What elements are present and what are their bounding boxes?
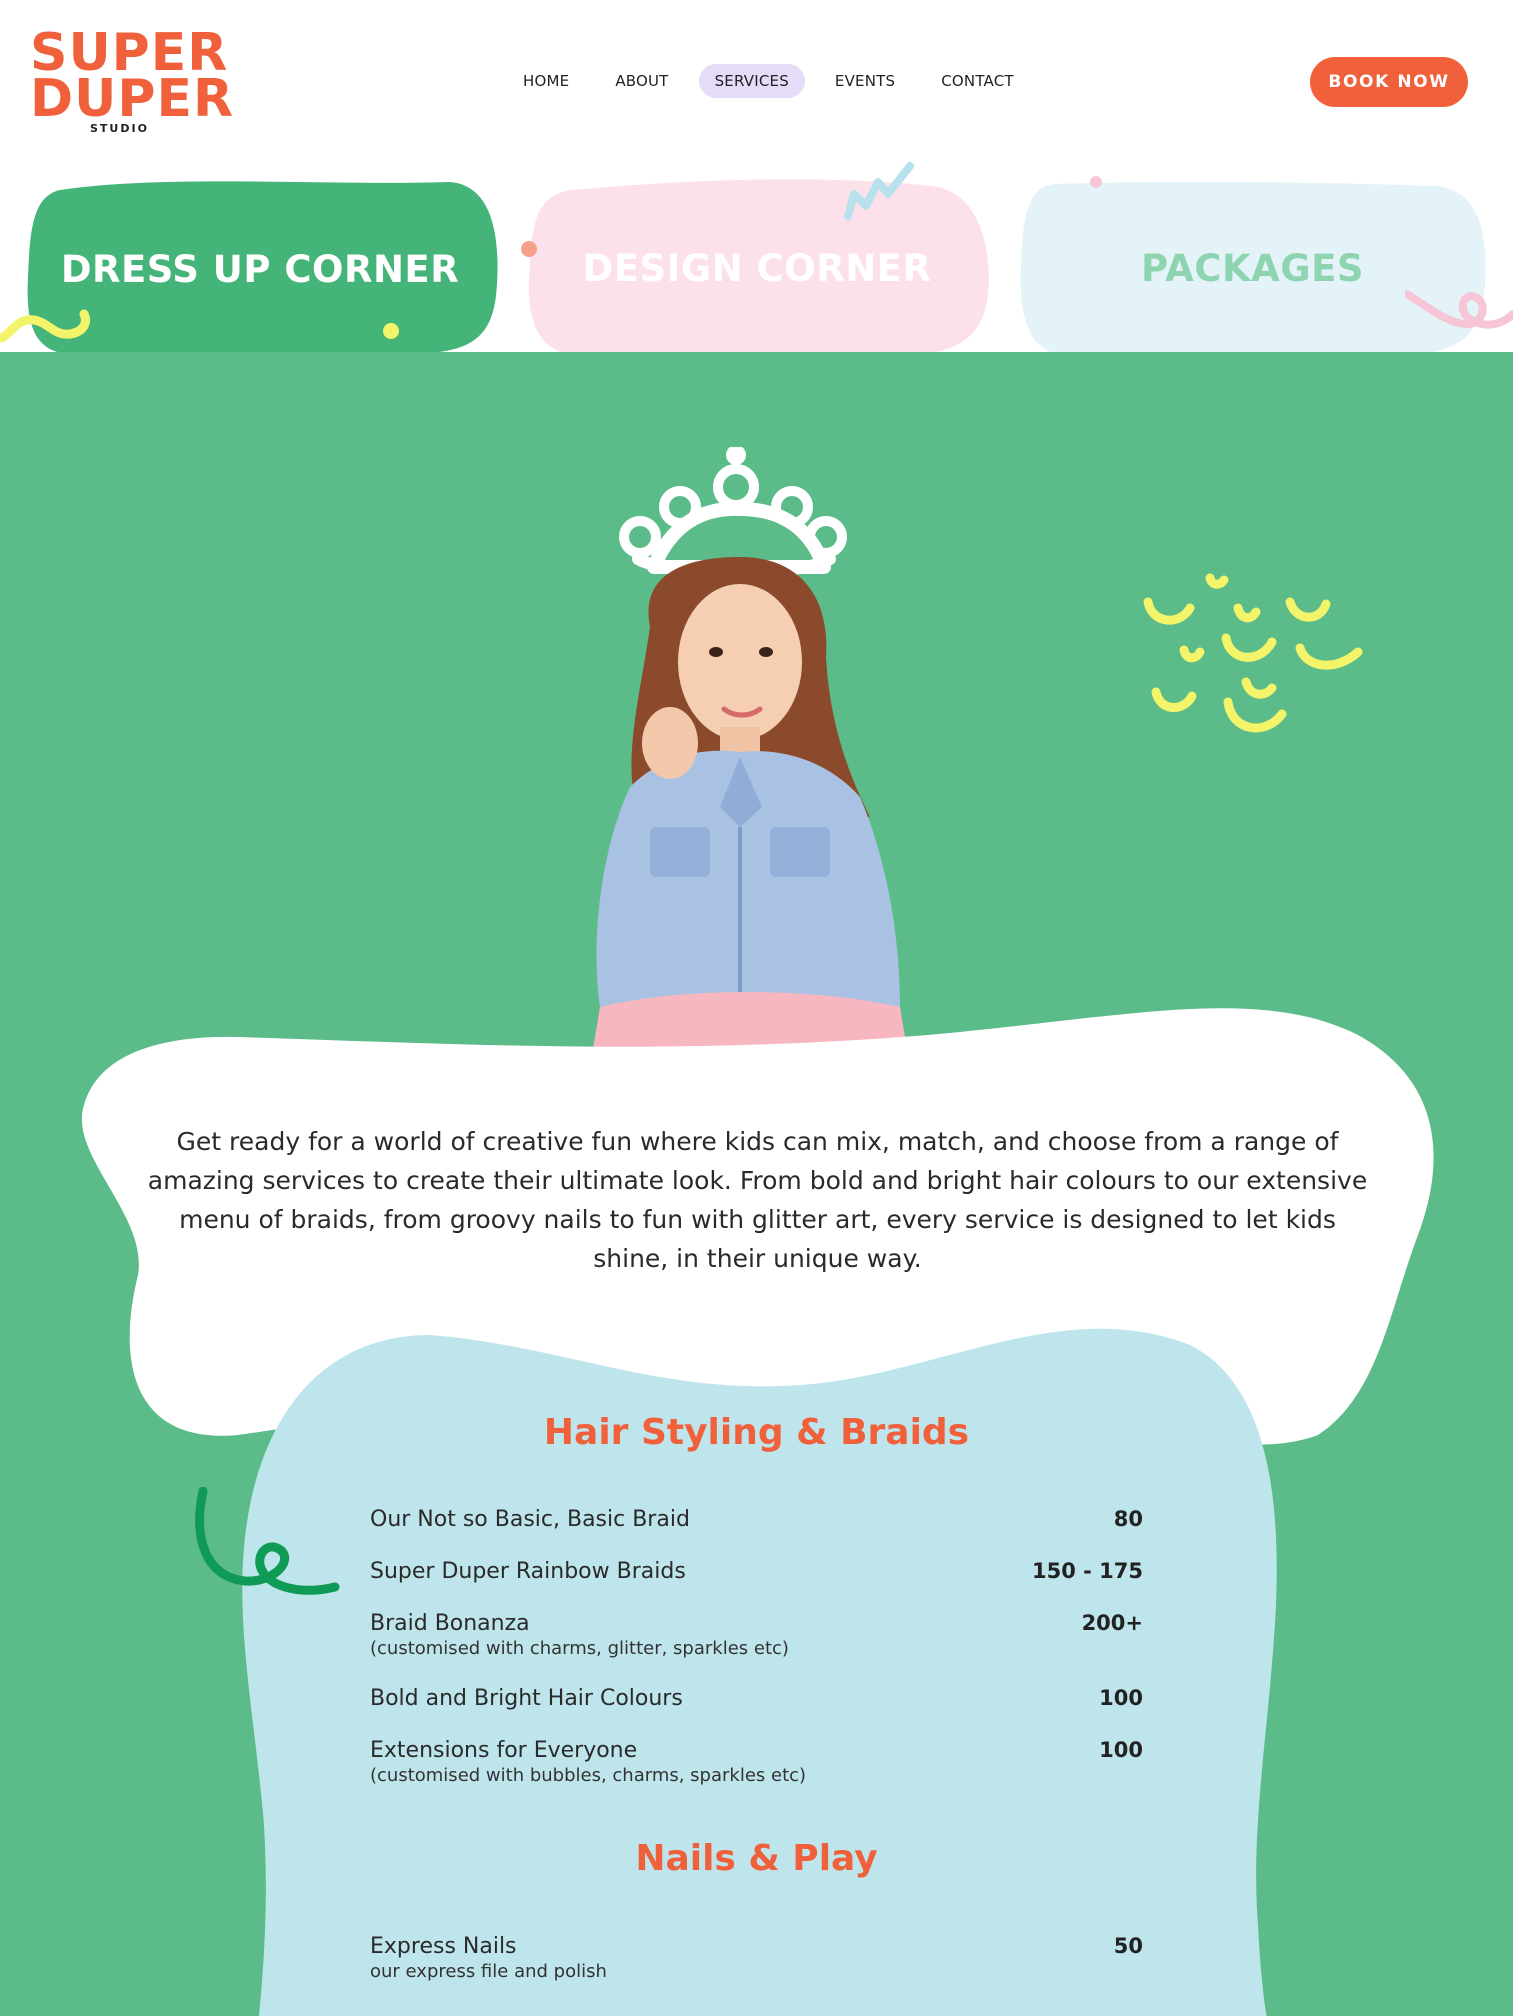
service-name: Braid Bonanza — [370, 1611, 530, 1636]
service-note: (customised with bubbles, charms, sparkl… — [370, 1765, 807, 1786]
section-title-hair: Hair Styling & Braids — [543, 1412, 970, 1453]
service-note: (customised with charms, glitter, sparkl… — [370, 1638, 789, 1659]
nav-contact[interactable]: CONTACT — [925, 64, 1030, 98]
service-price: 150 - 175 — [1031, 1559, 1143, 1583]
section-title-nails: Nails & Play — [635, 1838, 878, 1879]
nav-about[interactable]: ABOUT — [599, 64, 684, 98]
blue-zigzag-icon — [844, 162, 914, 220]
service-name: Our Not so Basic, Basic Braid — [370, 1507, 690, 1532]
pink-dot-icon — [1090, 176, 1102, 188]
service-price: 200+ — [1081, 1611, 1143, 1635]
nav-services[interactable]: SERVICES — [698, 64, 805, 98]
service-name: Bold and Bright Hair Colours — [370, 1686, 683, 1711]
hero-girl-image — [590, 447, 910, 1067]
service-row: Bold and Bright Hair Colours 100 — [370, 1686, 1143, 1711]
hero-section: Get ready for a world of creative fun wh… — [0, 352, 1513, 2016]
service-row: Super Duper Rainbow Braids 150 - 175 — [370, 1559, 1143, 1584]
nav-events[interactable]: EVENTS — [819, 64, 911, 98]
pink-curl-icon — [1405, 290, 1513, 329]
service-name: Express Nails — [370, 1934, 517, 1959]
book-now-button[interactable]: BOOK NOW — [1310, 57, 1468, 107]
logo-line-2: DUPER — [30, 69, 235, 129]
nav-home[interactable]: HOME — [507, 64, 585, 98]
yellow-squiggle-icon — [0, 309, 90, 343]
tab-label: DESIGN CORNER — [582, 246, 932, 290]
service-name: Extensions for Everyone — [370, 1738, 638, 1763]
main-nav: HOME ABOUT SERVICES EVENTS CONTACT — [507, 64, 1044, 98]
service-price: 50 — [1113, 1934, 1143, 1958]
service-note: our express file and polish — [370, 1961, 607, 1982]
tab-design-corner[interactable]: DESIGN CORNER — [522, 174, 992, 362]
yellow-confetti-icon — [1143, 573, 1363, 733]
service-name: Super Duper Rainbow Braids — [370, 1559, 686, 1584]
yellow-dot-icon — [383, 323, 399, 339]
tab-label: PACKAGES — [1140, 246, 1365, 290]
coral-dot-icon — [521, 241, 537, 257]
green-curl-icon — [195, 1487, 340, 1595]
service-row: Our Not so Basic, Basic Braid 80 — [370, 1507, 1143, 1532]
service-price: 80 — [1113, 1507, 1143, 1531]
service-price: 100 — [1099, 1686, 1143, 1710]
category-tabs: DRESS UP CORNER DESIGN CORNER PACKAGES — [0, 160, 1513, 360]
service-row: Express Nails our express file and polis… — [370, 1934, 1143, 1982]
logo[interactable]: SUPER DUPER STUDIO — [30, 27, 235, 140]
intro-paragraph: Get ready for a world of creative fun wh… — [147, 1127, 1368, 1273]
logo-subtitle: STUDIO — [90, 122, 149, 135]
tab-label: DRESS UP CORNER — [60, 247, 460, 291]
service-row: Extensions for Everyone (customised with… — [370, 1738, 1143, 1786]
service-row: Braid Bonanza (customised with charms, g… — [370, 1611, 1143, 1659]
service-price: 100 — [1099, 1738, 1143, 1762]
